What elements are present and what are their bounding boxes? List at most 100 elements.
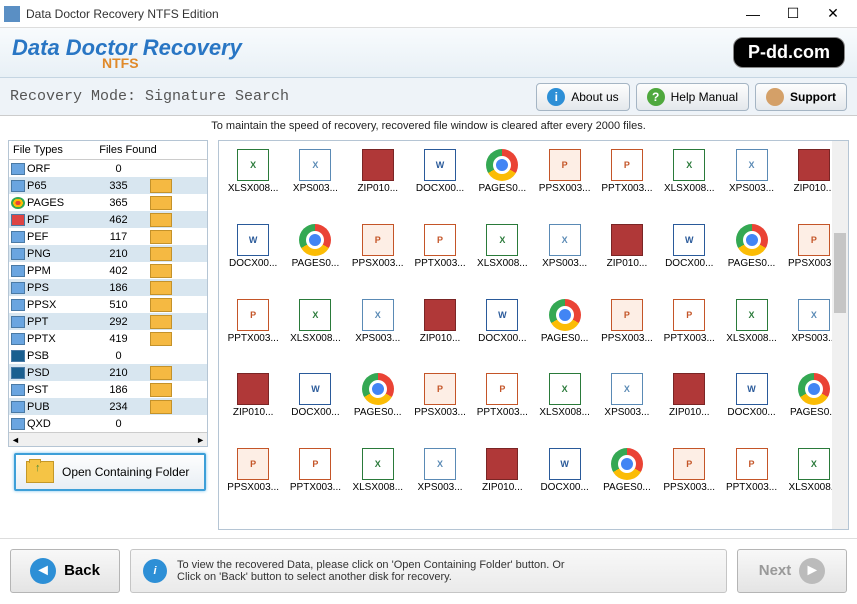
close-button[interactable]: ✕ <box>813 2 853 26</box>
file-item[interactable]: P PPSX003... <box>597 299 657 361</box>
file-item[interactable]: ZIP010... <box>223 373 283 435</box>
file-item[interactable]: P PPSX003... <box>534 149 594 211</box>
file-label: XLSX008... <box>539 407 590 418</box>
file-item[interactable]: P PPTX003... <box>659 299 719 361</box>
file-type-row[interactable]: PPSX 510 <box>9 296 207 313</box>
file-item[interactable]: W DOCX00... <box>410 149 470 211</box>
file-label: PPTX003... <box>477 407 528 418</box>
file-icon: X <box>362 448 394 480</box>
file-item[interactable]: X XPS003... <box>721 149 781 211</box>
file-item[interactable]: X XPS003... <box>285 149 345 211</box>
file-item[interactable]: X XLSX008... <box>659 149 719 211</box>
file-type-row[interactable]: PSB 0 <box>9 347 207 364</box>
file-type-row[interactable]: PST 186 <box>9 381 207 398</box>
file-type-row[interactable]: PDF 462 <box>9 211 207 228</box>
file-types-list[interactable]: ORF 0 P65 335 PAGES 365 PDF 462 PEF 117 … <box>9 160 207 432</box>
file-type-name: PDF <box>27 214 91 226</box>
maximize-button[interactable]: ☐ <box>773 2 813 26</box>
file-count-bar <box>150 213 172 227</box>
open-containing-folder-button[interactable]: Open Containing Folder <box>14 453 206 491</box>
next-button[interactable]: Next ► <box>737 549 847 593</box>
file-type-row[interactable]: PAGES 365 <box>9 194 207 211</box>
minimize-button[interactable]: — <box>733 2 773 26</box>
file-item[interactable]: PAGES0... <box>721 224 781 286</box>
file-item[interactable]: X XLSX008... <box>472 224 532 286</box>
header: Data Doctor Recovery NTFS P-dd.com <box>0 28 857 78</box>
file-item[interactable]: PAGES0... <box>597 448 657 510</box>
file-type-icon <box>11 248 25 260</box>
file-type-row[interactable]: QXD 0 <box>9 415 207 432</box>
file-item[interactable]: ZIP010... <box>472 448 532 510</box>
file-item[interactable]: X XPS003... <box>534 224 594 286</box>
next-arrow-icon: ► <box>799 558 825 584</box>
file-item[interactable]: P PPSX003... <box>410 373 470 435</box>
file-item[interactable]: X XLSX008... <box>348 448 408 510</box>
file-item[interactable]: X XPS003... <box>410 448 470 510</box>
file-item[interactable]: W DOCX00... <box>285 373 345 435</box>
vertical-scrollbar[interactable] <box>832 141 848 529</box>
file-type-row[interactable]: PEF 117 <box>9 228 207 245</box>
file-item[interactable]: X XPS003... <box>348 299 408 361</box>
file-type-row[interactable]: PPTX 419 <box>9 330 207 347</box>
horizontal-scrollbar[interactable]: ◄► <box>9 432 207 446</box>
file-item[interactable]: W DOCX00... <box>472 299 532 361</box>
file-item[interactable]: X XLSX008... <box>534 373 594 435</box>
file-item[interactable]: PAGES0... <box>348 373 408 435</box>
file-item[interactable]: W DOCX00... <box>534 448 594 510</box>
notice-text: To maintain the speed of recovery, recov… <box>0 116 857 136</box>
file-type-icon <box>11 163 25 175</box>
file-item[interactable]: X XPS003... <box>597 373 657 435</box>
file-type-row[interactable]: PPM 402 <box>9 262 207 279</box>
file-item[interactable]: X XLSX008... <box>285 299 345 361</box>
file-item[interactable]: PAGES0... <box>534 299 594 361</box>
file-type-row[interactable]: PPS 186 <box>9 279 207 296</box>
file-item[interactable]: ZIP010... <box>410 299 470 361</box>
file-icon <box>611 448 643 480</box>
file-item[interactable]: W DOCX00... <box>223 224 283 286</box>
file-grid[interactable]: X XLSX008...X XPS003... ZIP010...W DOCX0… <box>219 141 848 529</box>
file-item[interactable]: W DOCX00... <box>721 373 781 435</box>
file-label: XLSX008... <box>726 333 777 344</box>
file-item[interactable]: PAGES0... <box>285 224 345 286</box>
file-label: ZIP010... <box>669 407 710 418</box>
support-label: Support <box>790 90 836 104</box>
file-item[interactable]: ZIP010... <box>348 149 408 211</box>
file-type-row[interactable]: PUB 234 <box>9 398 207 415</box>
file-item[interactable]: P PPSX003... <box>348 224 408 286</box>
file-item[interactable]: P PPSX003... <box>659 448 719 510</box>
file-icon: X <box>299 149 331 181</box>
file-item[interactable]: P PPTX003... <box>285 448 345 510</box>
file-item[interactable]: X XLSX008... <box>223 149 283 211</box>
file-type-count: 419 <box>91 333 146 345</box>
file-count-bar <box>150 383 172 397</box>
support-button[interactable]: Support <box>755 83 847 111</box>
file-icon: P <box>611 149 643 181</box>
back-button[interactable]: ◄ Back <box>10 549 120 593</box>
file-item[interactable]: ZIP010... <box>659 373 719 435</box>
file-item[interactable]: W DOCX00... <box>659 224 719 286</box>
file-icon: P <box>362 224 394 256</box>
scrollbar-thumb[interactable] <box>834 233 846 313</box>
file-item[interactable]: PAGES0... <box>472 149 532 211</box>
file-item[interactable]: P PPTX003... <box>721 448 781 510</box>
window-title: Data Doctor Recovery NTFS Edition <box>26 7 733 21</box>
about-us-button[interactable]: i About us <box>536 83 629 111</box>
file-item[interactable]: P PPTX003... <box>472 373 532 435</box>
file-item[interactable]: P PPTX003... <box>410 224 470 286</box>
help-manual-button[interactable]: ? Help Manual <box>636 83 749 111</box>
file-type-count: 0 <box>91 163 146 175</box>
file-type-row[interactable]: PNG 210 <box>9 245 207 262</box>
file-item[interactable]: P PPTX003... <box>223 299 283 361</box>
file-icon <box>362 149 394 181</box>
file-type-row[interactable]: PPT 292 <box>9 313 207 330</box>
file-icon <box>798 373 830 405</box>
file-type-row[interactable]: ORF 0 <box>9 160 207 177</box>
file-type-row[interactable]: P65 335 <box>9 177 207 194</box>
file-label: XPS003... <box>542 258 587 269</box>
file-item[interactable]: X XLSX008... <box>721 299 781 361</box>
file-item[interactable]: P PPSX003... <box>223 448 283 510</box>
file-item[interactable]: ZIP010... <box>597 224 657 286</box>
file-type-row[interactable]: PSD 210 <box>9 364 207 381</box>
file-icon <box>673 373 705 405</box>
file-item[interactable]: P PPTX003... <box>597 149 657 211</box>
